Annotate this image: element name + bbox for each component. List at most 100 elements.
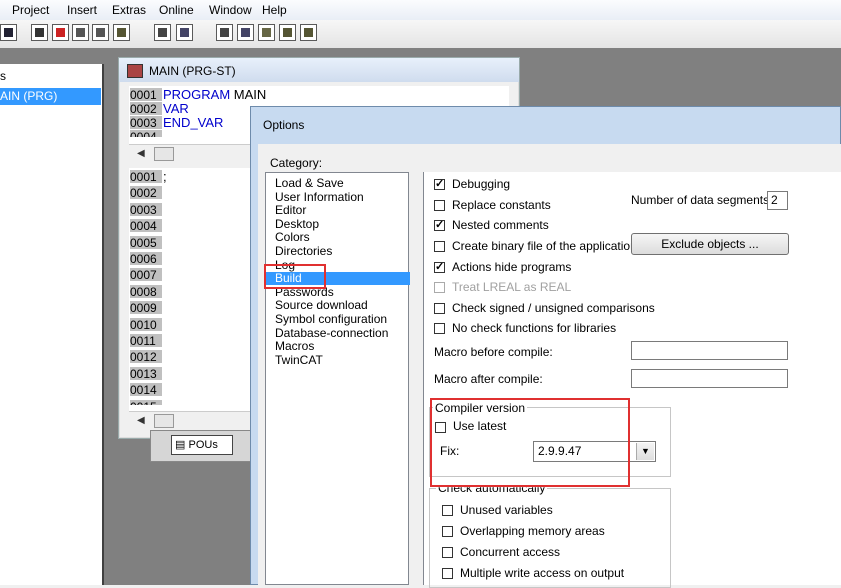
category-item-macros[interactable]: Macros bbox=[275, 340, 314, 353]
line-number: 0010 bbox=[130, 317, 162, 332]
find-icon[interactable] bbox=[279, 24, 296, 41]
category-item-desktop[interactable]: Desktop bbox=[275, 217, 319, 231]
code-text: MAIN bbox=[230, 87, 267, 102]
line-number: 0003 bbox=[130, 202, 162, 217]
line-number: 0006 bbox=[130, 252, 162, 266]
auto-check-label: Unused variables bbox=[460, 503, 553, 517]
code-keyword: END_VAR bbox=[163, 115, 224, 130]
category-item-source-download[interactable]: Source download bbox=[275, 299, 368, 312]
macro-after-label: Macro after compile: bbox=[434, 372, 543, 386]
code-keyword: PROGRAM bbox=[163, 87, 231, 102]
category-item-colors[interactable]: Colors bbox=[275, 231, 310, 244]
code-line[interactable]: ; bbox=[163, 170, 167, 184]
data-segments-label: Number of data segments: bbox=[631, 193, 773, 207]
auto-check-label: Concurrent access bbox=[460, 545, 561, 559]
copy2-icon[interactable] bbox=[237, 24, 254, 41]
auto-check-label: Multiple write access on output bbox=[460, 566, 625, 580]
treat-lreal-checkbox[interactable] bbox=[434, 282, 445, 293]
scroll-left-icon[interactable]: ◀ bbox=[137, 148, 145, 159]
line-number: 0013 bbox=[130, 366, 162, 381]
line-number: 0002 bbox=[130, 102, 162, 116]
nested-comments-label: Nested comments bbox=[452, 218, 549, 232]
replace-icon[interactable] bbox=[300, 24, 317, 41]
highlight-box-compiler bbox=[430, 398, 630, 487]
cut-icon[interactable] bbox=[154, 24, 171, 41]
no-check-functions-label: No check functions for libraries bbox=[452, 321, 617, 335]
menu-help[interactable]: Help bbox=[262, 3, 287, 17]
copy-icon[interactable] bbox=[176, 24, 193, 41]
highlight-box-build bbox=[264, 264, 326, 289]
save-icon[interactable] bbox=[0, 24, 17, 41]
scroll-thumb[interactable] bbox=[154, 147, 174, 161]
breakpoint-icon[interactable] bbox=[113, 24, 130, 41]
code-keyword: VAR bbox=[163, 101, 189, 116]
exclude-objects-button[interactable]: Exclude objects ... bbox=[631, 233, 789, 255]
stop-icon[interactable] bbox=[52, 24, 69, 41]
scroll-thumb[interactable] bbox=[154, 414, 174, 428]
replace-constants-checkbox[interactable] bbox=[434, 200, 445, 211]
category-item-symbol-configuration[interactable]: Symbol configuration bbox=[275, 313, 387, 326]
cut2-icon[interactable] bbox=[216, 24, 233, 41]
editor-titlebar[interactable]: MAIN (PRG-ST) bbox=[119, 58, 519, 82]
scroll-left-icon[interactable]: ◀ bbox=[137, 415, 145, 426]
macro-before-input[interactable] bbox=[631, 341, 788, 360]
replace-constants-label: Replace constants bbox=[452, 198, 551, 212]
actions-hide-checkbox[interactable]: ✓ bbox=[434, 262, 445, 273]
menu-window[interactable]: Window bbox=[209, 3, 252, 17]
line-number: 0005 bbox=[130, 235, 162, 250]
category-list[interactable]: Load & Save User Information Editor Desktop… bbox=[265, 172, 410, 585]
build-settings-panel: ✓ Debugging Replace constants Number of … bbox=[423, 172, 841, 588]
menu-bar: Project Insert Extras Online Window Help bbox=[0, 0, 841, 20]
auto-check-checkbox[interactable] bbox=[442, 505, 453, 516]
dialog-title: Options bbox=[263, 118, 305, 132]
chevron-down-icon[interactable]: ▼ bbox=[636, 443, 654, 460]
macro-after-input[interactable] bbox=[631, 369, 788, 388]
line-number: 0001 bbox=[130, 88, 162, 102]
category-label: Category: bbox=[270, 156, 323, 170]
code-line[interactable]: PROGRAM MAIN bbox=[163, 88, 266, 102]
auto-check-checkbox[interactable] bbox=[442, 568, 453, 579]
check-signed-label: Check signed / unsigned comparisons bbox=[452, 301, 655, 315]
data-segments-input[interactable]: 2 bbox=[767, 191, 788, 210]
nested-comments-checkbox[interactable]: ✓ bbox=[434, 220, 445, 231]
debugging-checkbox[interactable]: ✓ bbox=[434, 179, 445, 190]
tree-item-main[interactable]: AIN (PRG) bbox=[0, 88, 101, 105]
line-number: 0007 bbox=[130, 268, 162, 283]
line-number: 0001 bbox=[130, 170, 162, 184]
category-item-database-connection[interactable]: Database-connection bbox=[275, 326, 388, 340]
auto-check-label: Overlapping memory areas bbox=[460, 524, 605, 538]
tab-pous[interactable]: ▤ POUs bbox=[171, 435, 233, 455]
menu-online[interactable]: Online bbox=[159, 3, 194, 17]
category-item-editor[interactable]: Editor bbox=[275, 204, 306, 217]
line-number: 0014 bbox=[130, 383, 162, 398]
macro-before-label: Macro before compile: bbox=[434, 345, 553, 359]
code-line[interactable]: END_VAR bbox=[163, 116, 223, 130]
line-number: 0011 bbox=[130, 334, 162, 348]
line-number: 0009 bbox=[130, 301, 162, 316]
step-in-icon[interactable] bbox=[72, 24, 89, 41]
category-item-user-information[interactable]: User Information bbox=[275, 190, 364, 204]
program-icon bbox=[127, 64, 143, 78]
login-icon[interactable] bbox=[31, 24, 48, 41]
no-check-functions-checkbox[interactable] bbox=[434, 323, 445, 334]
treat-lreal-label: Treat LREAL as REAL bbox=[452, 280, 572, 294]
tree-item[interactable]: s bbox=[0, 69, 6, 83]
code-line[interactable]: VAR bbox=[163, 102, 189, 116]
menu-extras[interactable]: Extras bbox=[112, 3, 146, 17]
create-binary-checkbox[interactable] bbox=[434, 241, 445, 252]
toolbar bbox=[0, 20, 841, 49]
menu-project[interactable]: Project bbox=[12, 3, 49, 17]
category-item-load-save[interactable]: Load & Save bbox=[275, 177, 344, 190]
paste-icon[interactable] bbox=[258, 24, 275, 41]
line-number: 0003 bbox=[130, 116, 162, 130]
line-number: 0004 bbox=[130, 130, 162, 138]
category-item-twincat[interactable]: TwinCAT bbox=[275, 353, 323, 367]
auto-check-checkbox[interactable] bbox=[442, 547, 453, 558]
category-item-directories[interactable]: Directories bbox=[275, 245, 332, 258]
menu-insert[interactable]: Insert bbox=[67, 3, 97, 17]
auto-check-checkbox[interactable] bbox=[442, 526, 453, 537]
line-number: 0015 bbox=[130, 399, 162, 406]
line-number: 0012 bbox=[130, 350, 162, 365]
step-over-icon[interactable] bbox=[92, 24, 109, 41]
check-signed-checkbox[interactable] bbox=[434, 303, 445, 314]
